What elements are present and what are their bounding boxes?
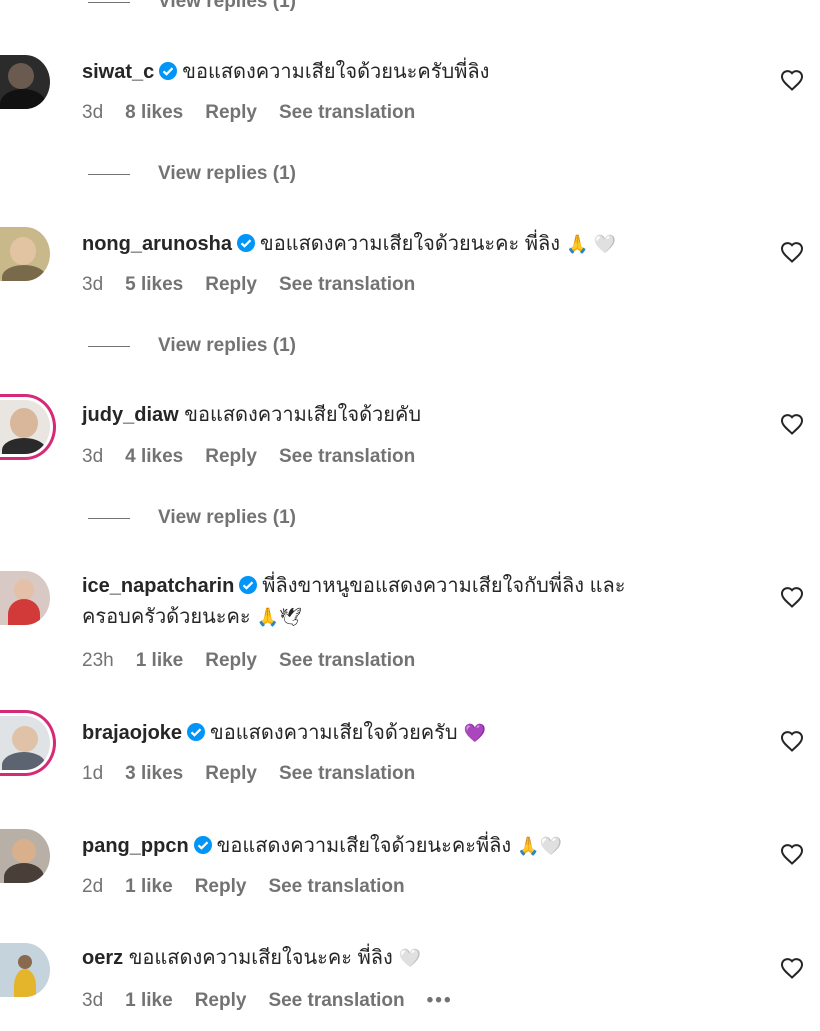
username-link[interactable]: ice_napatcharin: [82, 575, 234, 597]
likes-count[interactable]: 8 likes: [125, 102, 183, 124]
likes-count[interactable]: 3 likes: [125, 763, 183, 785]
verified-badge-icon: [159, 62, 178, 80]
comment-time: 3d: [82, 990, 104, 1011]
comment-body: nong_arunosha ขอแสดงความเสียใจด้วยนะคะ พี…: [82, 229, 720, 260]
likes-count[interactable]: 1 like: [136, 650, 184, 672]
more-options-button[interactable]: •••: [427, 990, 453, 1012]
avatar[interactable]: [0, 943, 50, 997]
comment-meta: 3d 4 likes Reply See translation: [82, 444, 437, 470]
comment-text: ขอแสดงความเสียใจด้วยนะคะพี่ลิง: [216, 835, 512, 857]
heart-icon[interactable]: [780, 413, 804, 437]
divider-line: [88, 173, 130, 175]
avatar[interactable]: [0, 571, 50, 625]
comment-body: oerz ขอแสดงความเสียใจนะคะ พี่ลิง 🤍: [82, 943, 720, 974]
avatar[interactable]: [0, 227, 50, 281]
likes-count[interactable]: 1 like: [125, 876, 173, 898]
username-link[interactable]: pang_ppcn: [82, 835, 189, 857]
verified-badge-icon: [239, 576, 258, 594]
divider-line: [88, 517, 130, 519]
avatar[interactable]: [0, 55, 50, 109]
view-replies-label: View replies (1): [158, 163, 296, 184]
see-translation-button[interactable]: See translation: [279, 274, 415, 296]
comment-text: ขอแสดงความเสียใจด้วยคับ: [184, 404, 422, 426]
comment-body: brajaojoke ขอแสดงความเสียใจด้วยครับ 💜: [82, 718, 720, 749]
emoji: 🙏🤍: [517, 836, 562, 856]
emoji: 🙏 🤍: [566, 234, 616, 254]
reply-button[interactable]: Reply: [195, 876, 247, 898]
reply-button[interactable]: Reply: [205, 763, 257, 785]
view-replies-label: View replies (1): [158, 335, 296, 356]
likes-count[interactable]: 1 like: [125, 990, 173, 1012]
comment-text-continued: ครอบครัวด้วยนะคะ: [82, 606, 251, 628]
reply-button[interactable]: Reply: [205, 650, 257, 672]
see-translation-button[interactable]: See translation: [268, 990, 404, 1012]
verified-badge-icon: [237, 234, 256, 252]
reply-button[interactable]: Reply: [205, 446, 257, 468]
reply-button[interactable]: Reply: [205, 102, 257, 124]
view-replies-label: View replies (1): [158, 507, 296, 528]
comment-meta: 3d 8 likes Reply See translation: [82, 100, 437, 126]
view-replies-label: View replies (1): [158, 0, 296, 12]
comment-time: 3d: [82, 274, 104, 295]
heart-icon[interactable]: [780, 957, 804, 981]
reply-button[interactable]: Reply: [205, 274, 257, 296]
reply-button[interactable]: Reply: [195, 990, 247, 1012]
comment-text: ขอแสดงความเสียใจด้วยนะคะ พี่ลิง: [260, 233, 561, 255]
verified-badge-icon: [193, 836, 212, 854]
comment-text: พี่ลิงขาหนูขอแสดงความเสียใจกับพี่ลิง และ: [262, 575, 626, 597]
comment-text: ขอแสดงความเสียใจด้วยนะครับพี่ลิง: [182, 61, 490, 83]
comment-text: ขอแสดงความเสียใจด้วยครับ: [210, 722, 458, 744]
comment-time: 3d: [82, 102, 104, 123]
heart-icon[interactable]: [780, 241, 804, 265]
comment-time: 2d: [82, 876, 104, 897]
see-translation-button[interactable]: See translation: [279, 650, 415, 672]
verified-badge-icon: [187, 723, 206, 741]
avatar[interactable]: [0, 829, 50, 883]
username-link[interactable]: nong_arunosha: [82, 233, 232, 255]
view-replies-button[interactable]: View replies (1): [88, 0, 296, 14]
divider-line: [88, 1, 130, 3]
username-link[interactable]: oerz: [82, 947, 123, 969]
heart-icon[interactable]: [780, 586, 804, 610]
heart-icon[interactable]: [780, 843, 804, 867]
see-translation-button[interactable]: See translation: [279, 446, 415, 468]
avatar[interactable]: [0, 716, 50, 770]
username-link[interactable]: siwat_c: [82, 61, 154, 83]
view-replies-button[interactable]: View replies (1): [88, 506, 296, 530]
comment-meta: 1d 3 likes Reply See translation: [82, 761, 437, 787]
comment-body: pang_ppcn ขอแสดงความเสียใจด้วยนะคะพี่ลิง 🙏…: [82, 831, 720, 862]
emoji: 🤍: [398, 948, 422, 968]
view-replies-button[interactable]: View replies (1): [88, 334, 296, 358]
comment-time: 3d: [82, 446, 104, 467]
username-link[interactable]: brajaojoke: [82, 722, 182, 744]
comment-body: judy_diaw ขอแสดงความเสียใจด้วยคับ: [82, 400, 720, 431]
emoji: 💜: [463, 723, 487, 743]
comment-text: ขอแสดงความเสียใจนะคะ พี่ลิง: [128, 947, 393, 969]
comment-time: 1d: [82, 763, 104, 784]
likes-count[interactable]: 4 likes: [125, 446, 183, 468]
comment-body: siwat_c ขอแสดงความเสียใจด้วยนะครับพี่ลิง: [82, 57, 720, 88]
comment-meta: 2d 1 like Reply See translation: [82, 874, 427, 900]
avatar[interactable]: [0, 400, 50, 454]
view-replies-button[interactable]: View replies (1): [88, 162, 296, 186]
username-link[interactable]: judy_diaw: [82, 404, 179, 426]
likes-count[interactable]: 5 likes: [125, 274, 183, 296]
heart-icon[interactable]: [780, 69, 804, 93]
comment-meta: 23h 1 like Reply See translation: [82, 648, 437, 674]
comment-meta: 3d 1 like Reply See translation •••: [82, 988, 475, 1014]
comment-body: ice_napatcharin พี่ลิงขาหนูขอแสดงความเสีย…: [82, 571, 720, 633]
see-translation-button[interactable]: See translation: [268, 876, 404, 898]
emoji: 🙏🕊: [256, 607, 302, 627]
divider-line: [88, 345, 130, 347]
comment-time: 23h: [82, 650, 114, 671]
comment-meta: 3d 5 likes Reply See translation: [82, 272, 437, 298]
heart-icon[interactable]: [780, 730, 804, 754]
see-translation-button[interactable]: See translation: [279, 102, 415, 124]
see-translation-button[interactable]: See translation: [279, 763, 415, 785]
